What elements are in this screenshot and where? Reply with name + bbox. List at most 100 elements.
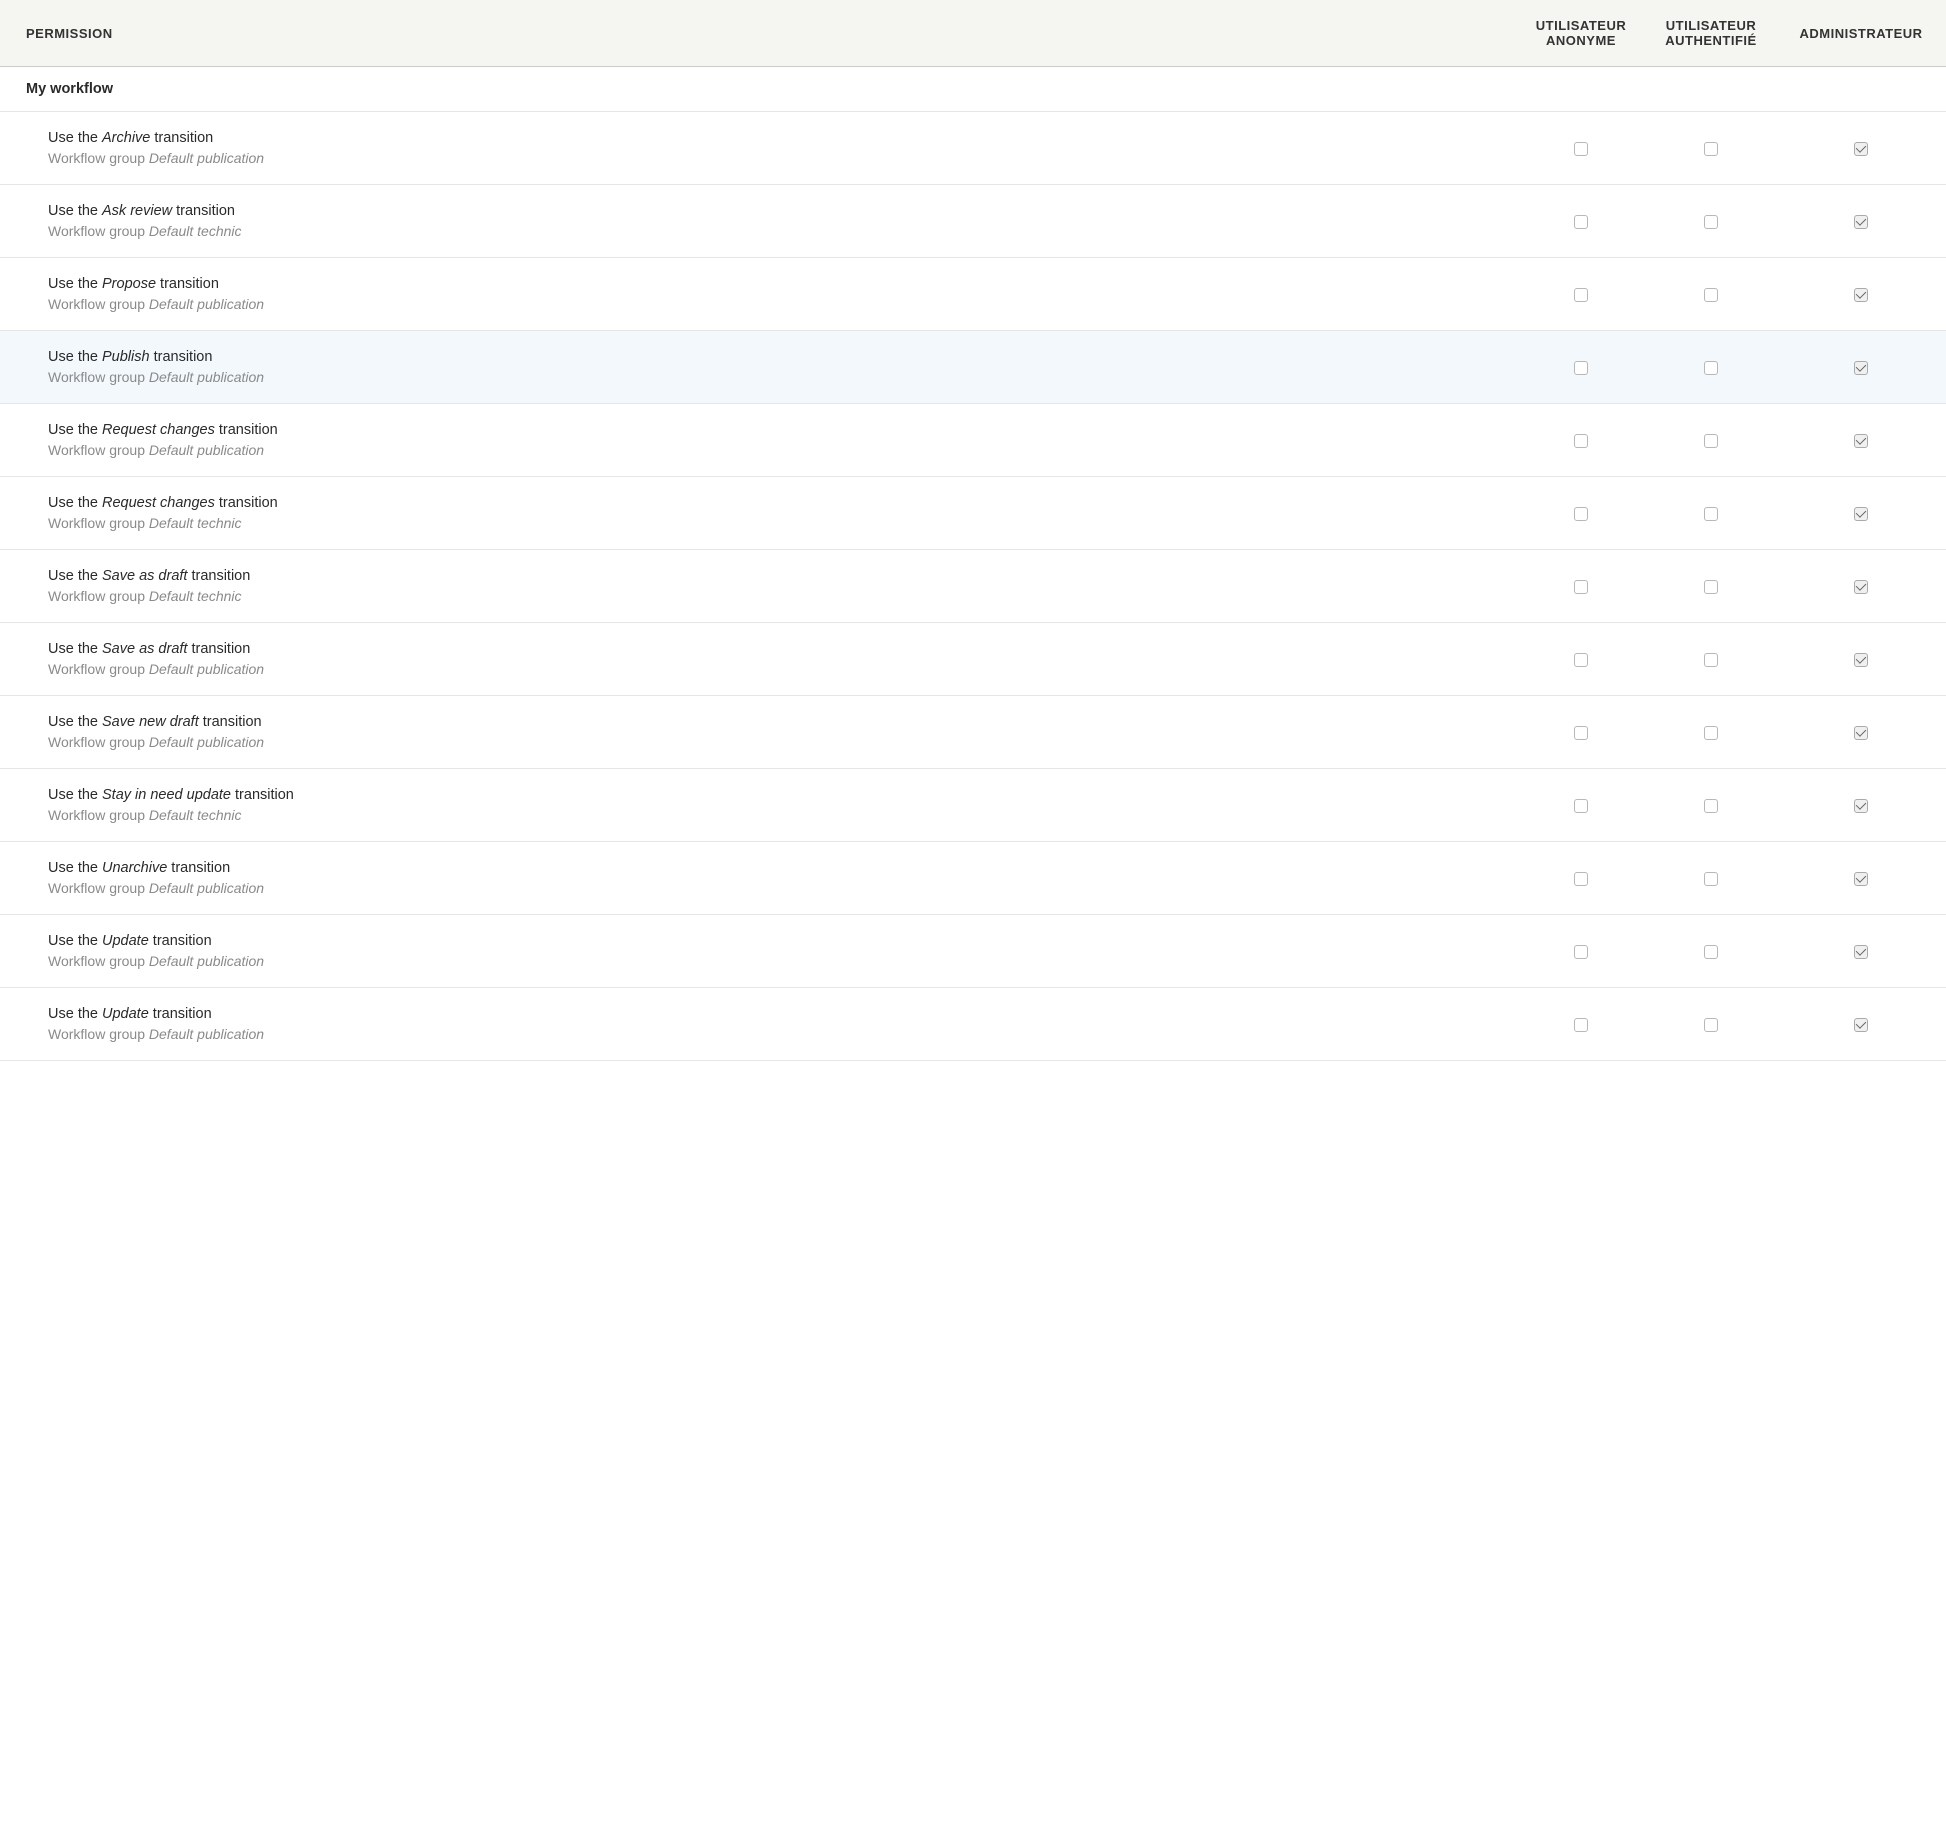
checkbox-cell-anonymous [1516, 915, 1646, 988]
permission-desc: Workflow group Default technic [48, 588, 1502, 604]
permission-title: Use the Update transition [48, 933, 1502, 949]
permission-checkbox-admin[interactable] [1854, 653, 1868, 667]
permission-desc: Workflow group Default publication [48, 953, 1502, 969]
permission-checkbox-anonymous[interactable] [1574, 215, 1588, 229]
permission-desc: Workflow group Default publication [48, 734, 1502, 750]
permission-checkbox-admin[interactable] [1854, 215, 1868, 229]
permission-checkbox-admin[interactable] [1854, 361, 1868, 375]
checkbox-cell-authenticated [1646, 842, 1776, 915]
permission-cell: Use the Save as draft transitionWorkflow… [0, 623, 1516, 696]
permission-checkbox-authenticated[interactable] [1704, 580, 1718, 594]
permission-checkbox-authenticated[interactable] [1704, 1018, 1718, 1032]
permission-checkbox-anonymous[interactable] [1574, 653, 1588, 667]
transition-name: Publish [102, 349, 150, 365]
transition-name: Update [102, 1006, 149, 1022]
checkbox-cell-anonymous [1516, 112, 1646, 185]
checkbox-cell-admin [1776, 915, 1946, 988]
transition-name: Save as draft [102, 641, 187, 657]
checkbox-cell-anonymous [1516, 988, 1646, 1061]
permission-checkbox-authenticated[interactable] [1704, 799, 1718, 813]
checkbox-cell-anonymous [1516, 550, 1646, 623]
permission-checkbox-admin[interactable] [1854, 507, 1868, 521]
permission-checkbox-authenticated[interactable] [1704, 288, 1718, 302]
permission-checkbox-admin[interactable] [1854, 288, 1868, 302]
permission-title: Use the Archive transition [48, 130, 1502, 146]
checkbox-cell-admin [1776, 696, 1946, 769]
permission-desc: Workflow group Default publication [48, 880, 1502, 896]
transition-name: Archive [102, 130, 150, 146]
permission-checkbox-anonymous[interactable] [1574, 361, 1588, 375]
permission-checkbox-admin[interactable] [1854, 580, 1868, 594]
permission-checkbox-anonymous[interactable] [1574, 1018, 1588, 1032]
permission-cell: Use the Request changes transitionWorkfl… [0, 477, 1516, 550]
section-row: My workflow [0, 67, 1946, 112]
permission-checkbox-anonymous[interactable] [1574, 142, 1588, 156]
permission-checkbox-anonymous[interactable] [1574, 726, 1588, 740]
workflow-group-name: Default publication [149, 1026, 264, 1042]
permission-checkbox-authenticated[interactable] [1704, 945, 1718, 959]
checkbox-cell-admin [1776, 842, 1946, 915]
checkbox-cell-anonymous [1516, 404, 1646, 477]
permission-title: Use the Stay in need update transition [48, 787, 1502, 803]
checkbox-cell-authenticated [1646, 477, 1776, 550]
permission-row: Use the Update transitionWorkflow group … [0, 988, 1946, 1061]
permission-checkbox-admin[interactable] [1854, 726, 1868, 740]
checkbox-cell-authenticated [1646, 623, 1776, 696]
permission-checkbox-anonymous[interactable] [1574, 799, 1588, 813]
permission-checkbox-anonymous[interactable] [1574, 507, 1588, 521]
permission-checkbox-authenticated[interactable] [1704, 215, 1718, 229]
workflow-group-name: Default publication [149, 296, 264, 312]
permission-checkbox-authenticated[interactable] [1704, 361, 1718, 375]
permission-row: Use the Archive transitionWorkflow group… [0, 112, 1946, 185]
checkbox-cell-admin [1776, 769, 1946, 842]
permission-checkbox-authenticated[interactable] [1704, 507, 1718, 521]
transition-name: Propose [102, 276, 156, 292]
checkbox-cell-anonymous [1516, 696, 1646, 769]
permission-checkbox-anonymous[interactable] [1574, 945, 1588, 959]
permissions-table: PERMISSION UTILISATEUR ANONYME UTILISATE… [0, 0, 1946, 1061]
permission-checkbox-anonymous[interactable] [1574, 288, 1588, 302]
checkbox-cell-authenticated [1646, 988, 1776, 1061]
checkbox-cell-anonymous [1516, 769, 1646, 842]
permission-checkbox-anonymous[interactable] [1574, 434, 1588, 448]
permission-cell: Use the Request changes transitionWorkfl… [0, 404, 1516, 477]
workflow-group-name: Default publication [149, 880, 264, 896]
checkbox-cell-authenticated [1646, 185, 1776, 258]
transition-name: Request changes [102, 422, 215, 438]
permission-title: Use the Publish transition [48, 349, 1502, 365]
permission-row: Use the Publish transitionWorkflow group… [0, 331, 1946, 404]
transition-name: Request changes [102, 495, 215, 511]
permission-checkbox-admin[interactable] [1854, 1018, 1868, 1032]
permission-cell: Use the Unarchive transitionWorkflow gro… [0, 842, 1516, 915]
workflow-group-name: Default publication [149, 661, 264, 677]
permission-checkbox-authenticated[interactable] [1704, 434, 1718, 448]
permission-row: Use the Update transition Workflow group … [0, 915, 1946, 988]
permission-title: Use the Request changes transition [48, 422, 1502, 438]
permission-checkbox-anonymous[interactable] [1574, 580, 1588, 594]
permission-checkbox-admin[interactable] [1854, 945, 1868, 959]
permission-checkbox-authenticated[interactable] [1704, 726, 1718, 740]
permission-cell: Use the Update transitionWorkflow group … [0, 988, 1516, 1061]
workflow-group-name: Default publication [149, 442, 264, 458]
permission-checkbox-admin[interactable] [1854, 799, 1868, 813]
permission-title: Use the Update transition [48, 1006, 1502, 1022]
transition-name: Save new draft [102, 714, 199, 730]
permission-checkbox-authenticated[interactable] [1704, 142, 1718, 156]
permission-row: Use the Save new draft transitionWorkflo… [0, 696, 1946, 769]
permission-cell: Use the Ask review transitionWorkflow gr… [0, 185, 1516, 258]
checkbox-cell-anonymous [1516, 331, 1646, 404]
permission-checkbox-admin[interactable] [1854, 434, 1868, 448]
permission-cell: Use the Update transition Workflow group … [0, 915, 1516, 988]
header-role-anonymous: UTILISATEUR ANONYME [1516, 0, 1646, 67]
permission-checkbox-admin[interactable] [1854, 872, 1868, 886]
permission-row: Use the Save as draft transitionWorkflow… [0, 623, 1946, 696]
permission-checkbox-anonymous[interactable] [1574, 872, 1588, 886]
permission-checkbox-authenticated[interactable] [1704, 872, 1718, 886]
header-role-admin: ADMINISTRATEUR [1776, 0, 1946, 67]
permission-desc: Workflow group Default technic [48, 807, 1502, 823]
permission-checkbox-authenticated[interactable] [1704, 653, 1718, 667]
permission-checkbox-admin[interactable] [1854, 142, 1868, 156]
permission-row: Use the Save as draft transitionWorkflow… [0, 550, 1946, 623]
permission-row: Use the Stay in need update transition Wo… [0, 769, 1946, 842]
checkbox-cell-admin [1776, 623, 1946, 696]
